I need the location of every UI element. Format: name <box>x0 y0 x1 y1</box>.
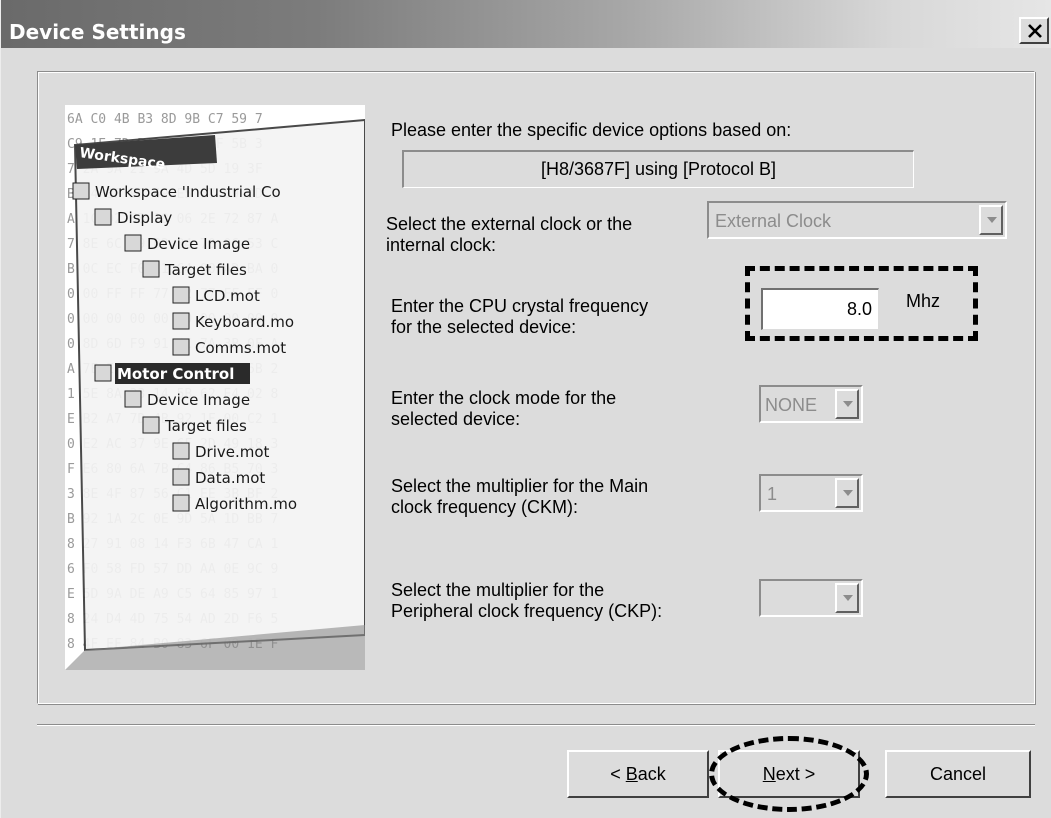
tree-node-label: Device Image <box>147 391 250 409</box>
clock-mode-dropdown-button[interactable] <box>835 389 859 419</box>
chevron-down-icon <box>843 490 853 496</box>
ckm-multiplier-label: Select the multiplier for the Main clock… <box>391 476 649 517</box>
tree-node-label: Keyboard.mo <box>195 313 294 331</box>
tree-node-label: Data.mot <box>195 469 265 487</box>
ckp-multiplier-label: Select the multiplier for the Peripheral… <box>391 580 663 621</box>
device-protocol-display: [H8/3687F] using [Protocol B] <box>402 150 914 188</box>
tree-node-icon <box>124 234 142 252</box>
highlight-next-oval <box>709 736 869 812</box>
intro-label: Please enter the specific device options… <box>391 120 792 140</box>
clock-source-label: Select the external clock or the interna… <box>386 214 633 255</box>
crystal-frequency-label: Enter the CPU crystal frequency for the … <box>391 296 649 337</box>
tree-node-icon <box>172 312 190 330</box>
tree-node-icon <box>94 208 112 226</box>
tree-node-label: Display <box>117 209 172 227</box>
tree-node-label: Target files <box>164 417 247 435</box>
tree-node-label: Device Image <box>147 235 250 253</box>
tree-node-icon <box>72 182 90 200</box>
workspace-illustration: 6A C0 4B B3 8D 9B C7 59 7C9 1E 7D D1 48 … <box>65 105 365 670</box>
clock-source-value: External Clock <box>715 211 832 231</box>
chevron-down-icon <box>987 217 997 223</box>
ckp-dropdown-button[interactable] <box>835 583 859 613</box>
clock-mode-value: NONE <box>765 395 818 415</box>
tree-node-label: Target files <box>164 261 247 279</box>
tree-node-icon <box>172 286 190 304</box>
back-button[interactable]: < Back <box>567 750 709 798</box>
highlight-frequency-box <box>745 266 978 341</box>
ckp-multiplier-select[interactable] <box>759 579 863 617</box>
tree-node-icon <box>142 260 160 278</box>
ckm-dropdown-button[interactable] <box>835 478 859 508</box>
hex-row: 6A C0 4B B3 8D 9B C7 59 7 <box>67 112 263 127</box>
tree-node-icon <box>172 442 190 460</box>
tree-node-label: LCD.mot <box>195 287 260 305</box>
window-title: Device Settings <box>9 20 186 44</box>
chevron-down-icon <box>843 595 853 601</box>
tree-node-label: Workspace 'Industrial Co <box>95 183 281 201</box>
tree-node-icon <box>94 364 112 382</box>
tree-node-label: Comms.mot <box>195 339 286 357</box>
title-bar[interactable]: Device Settings <box>1 0 1051 48</box>
tree-node-label: Algorithm.mo <box>195 495 297 513</box>
tree-node-icon <box>142 416 160 434</box>
clock-source-select[interactable]: External Clock <box>707 201 1007 239</box>
back-button-label: ack <box>637 764 666 784</box>
back-button-prefix: < <box>610 764 626 784</box>
chevron-down-icon <box>843 401 853 407</box>
close-button[interactable] <box>1019 17 1049 44</box>
tree-node-label: Motor Control <box>117 365 234 383</box>
tree-node-icon <box>124 390 142 408</box>
tree-node-icon <box>172 468 190 486</box>
device-settings-dialog: Device Settings 6A C0 4B B3 8D 9B C7 59 … <box>0 0 1051 818</box>
clock-mode-label: Enter the clock mode for the selected de… <box>391 388 617 429</box>
clock-mode-select[interactable]: NONE <box>759 385 863 423</box>
cancel-button[interactable]: Cancel <box>885 750 1031 798</box>
ckm-multiplier-value: 1 <box>767 484 778 504</box>
ckm-multiplier-select[interactable]: 1 <box>759 474 863 512</box>
clock-source-dropdown-button[interactable] <box>979 205 1003 235</box>
close-icon <box>1028 24 1042 38</box>
back-button-mnemonic: B <box>625 764 638 784</box>
tree-node-icon <box>172 494 190 512</box>
tree-node-label: Drive.mot <box>195 443 270 461</box>
tree-node-icon <box>172 338 190 356</box>
button-row-divider <box>37 724 1035 726</box>
